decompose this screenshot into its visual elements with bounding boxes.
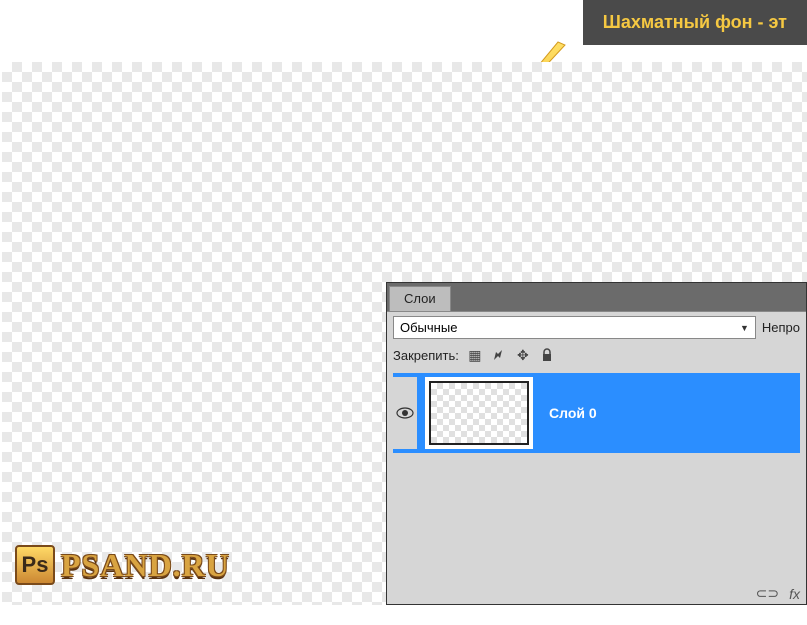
ps-icon: Ps — [15, 545, 55, 585]
lock-all-icon[interactable] — [539, 347, 555, 363]
panel-tab-bar: Слои — [387, 283, 806, 311]
layer-name[interactable]: Слой 0 — [549, 405, 597, 421]
link-layers-icon[interactable]: ⊂⊃ — [756, 585, 779, 602]
watermark-logo: Ps PSAND.RU — [15, 545, 230, 585]
lock-pixels-icon[interactable] — [491, 347, 507, 363]
lock-position-icon[interactable]: ✥ — [515, 347, 531, 363]
panel-footer: ⊂⊃ fx — [756, 585, 800, 602]
panel-body: Обычные Непро Закрепить: ▦ ✥ Слой 0 — [387, 311, 806, 604]
fx-icon[interactable]: fx — [789, 586, 800, 602]
annotation-tooltip: Шахматный фон - эт — [583, 0, 807, 45]
lock-row: Закрепить: ▦ ✥ — [387, 343, 806, 367]
tab-layers[interactable]: Слои — [389, 286, 451, 311]
layer-thumbnail-box[interactable] — [425, 377, 533, 449]
visibility-toggle[interactable] — [393, 377, 417, 449]
layer-row[interactable]: Слой 0 — [393, 373, 800, 453]
lock-label: Закрепить: — [393, 348, 459, 363]
lock-transparency-icon[interactable]: ▦ — [467, 347, 483, 363]
blend-mode-select[interactable]: Обычные — [393, 316, 756, 339]
watermark-text: PSAND.RU — [61, 547, 230, 584]
layers-list: Слой 0 — [387, 367, 806, 459]
eye-icon — [396, 407, 414, 419]
opacity-label: Непро — [762, 320, 800, 335]
layers-panel: Слои Обычные Непро Закрепить: ▦ ✥ — [386, 282, 807, 605]
layer-thumbnail — [429, 381, 529, 445]
